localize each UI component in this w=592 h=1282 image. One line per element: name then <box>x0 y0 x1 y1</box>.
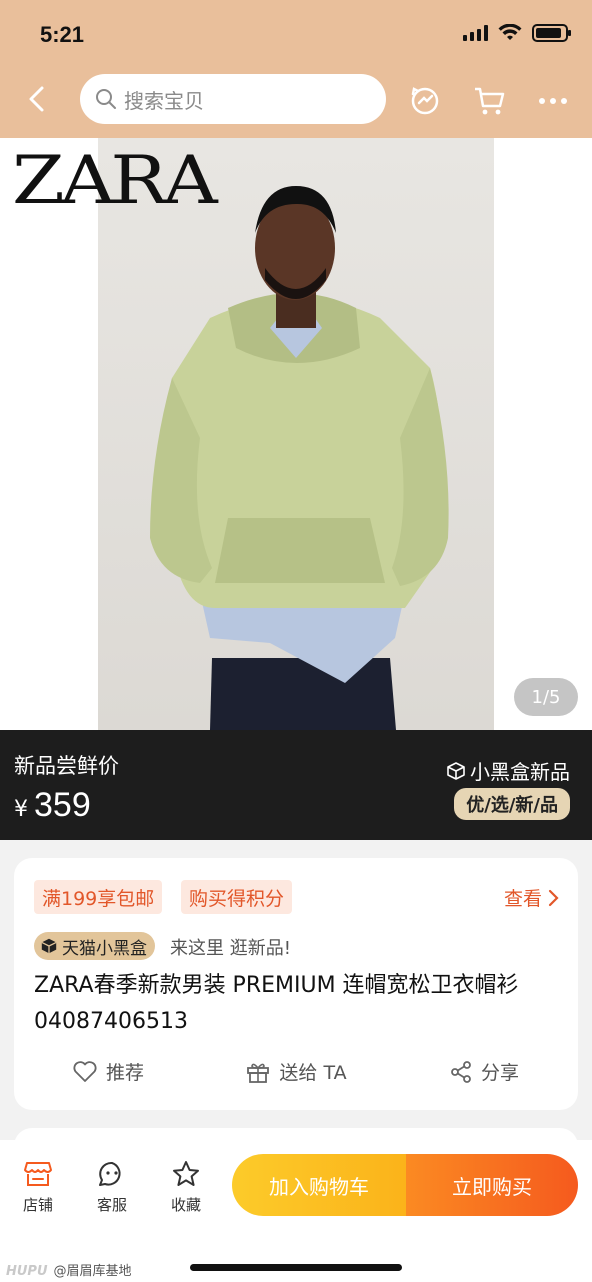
search-input[interactable]: 搜索宝贝 <box>80 74 386 124</box>
product-image-gallery[interactable]: ZARA 1/5 <box>0 138 592 730</box>
price: ¥ 359 <box>14 786 91 825</box>
gift-icon <box>247 1063 270 1083</box>
price-label: 新品尝鲜价 <box>14 754 119 778</box>
search-placeholder: 搜索宝贝 <box>124 88 204 113</box>
share-label: 分享 <box>480 1062 519 1084</box>
box-icon <box>41 938 57 954</box>
price-banner: 新品尝鲜价 ¥ 359 小黑盒新品 优/选/新/品 <box>0 730 592 840</box>
box-icon <box>447 761 465 780</box>
view-promos-button[interactable]: 查看 <box>504 884 560 911</box>
customer-service-button[interactable]: 客服 <box>82 1160 142 1215</box>
premium-tag: 优/选/新/品 <box>454 788 570 820</box>
more-icon[interactable] <box>536 84 570 118</box>
share-icon <box>451 1060 471 1083</box>
recommend-button[interactable]: 推荐 <box>14 1058 202 1085</box>
chevron-right-icon <box>548 889 559 906</box>
cart-icon[interactable] <box>472 84 506 118</box>
heart-icon <box>73 1060 97 1082</box>
star-icon <box>173 1161 199 1186</box>
favorite-button[interactable]: 收藏 <box>156 1160 216 1215</box>
status-time: 5:21 <box>40 22 85 47</box>
favorite-label: 收藏 <box>170 1196 201 1214</box>
bottom-action-bar: 店铺 客服 收藏 加入购物车 立即购买 HUPU @眉眉库基地 <box>0 1140 592 1282</box>
share-button[interactable]: 分享 <box>390 1058 578 1085</box>
tmall-badge-label: 天猫小黑盒 <box>62 938 147 959</box>
watermark-brand: HUPU <box>6 1264 48 1279</box>
recommend-label: 推荐 <box>105 1062 144 1084</box>
promo-tag-shipping[interactable]: 满199享包邮 <box>34 880 163 914</box>
tmall-slogan: 来这里 逛新品! <box>170 938 291 959</box>
history-icon[interactable] <box>408 84 442 118</box>
store-icon <box>24 1162 52 1186</box>
home-indicator[interactable] <box>190 1264 402 1271</box>
watermark: HUPU @眉眉库基地 <box>6 1260 132 1279</box>
cell-signal-icon <box>463 25 488 41</box>
store-label: 店铺 <box>22 1196 53 1214</box>
model-photo <box>150 186 449 730</box>
service-label: 客服 <box>96 1196 127 1214</box>
buy-now-button[interactable]: 立即购买 <box>406 1154 578 1216</box>
chat-icon <box>99 1161 121 1186</box>
back-icon[interactable] <box>22 84 52 114</box>
gift-button[interactable]: 送给 TA <box>202 1058 390 1085</box>
product-info-card: 满199享包邮 购买得积分 查看 天猫小黑盒 来这里 逛新品! ZARA春季新款… <box>14 858 578 1110</box>
watermark-text: @眉眉库基地 <box>53 1264 132 1279</box>
wifi-icon <box>498 24 522 40</box>
channel-label: 小黑盒新品 <box>446 756 570 785</box>
top-bar: 5:21 搜索宝贝 <box>0 0 592 138</box>
store-button[interactable]: 店铺 <box>8 1160 68 1215</box>
tmall-badge[interactable]: 天猫小黑盒 <box>34 932 155 960</box>
brand-logo: ZARA <box>12 142 218 219</box>
price-value: 359 <box>34 786 91 824</box>
add-to-cart-button[interactable]: 加入购物车 <box>232 1154 406 1216</box>
channel-name: 小黑盒新品 <box>470 760 570 784</box>
status-icons <box>463 24 571 42</box>
product-title: ZARA春季新款男装 PREMIUM 连帽宽松卫衣帽衫 04087406513 <box>34 973 519 1034</box>
product-actions: 推荐 送给 TA 分享 <box>14 1058 578 1085</box>
battery-icon <box>532 24 571 42</box>
image-pager: 1/5 <box>514 678 578 716</box>
gift-label: 送给 TA <box>279 1062 347 1084</box>
search-icon <box>96 89 116 109</box>
promo-tag-points[interactable]: 购买得积分 <box>181 880 293 914</box>
view-more-label: 查看 <box>503 888 542 910</box>
currency-symbol: ¥ <box>14 797 28 822</box>
